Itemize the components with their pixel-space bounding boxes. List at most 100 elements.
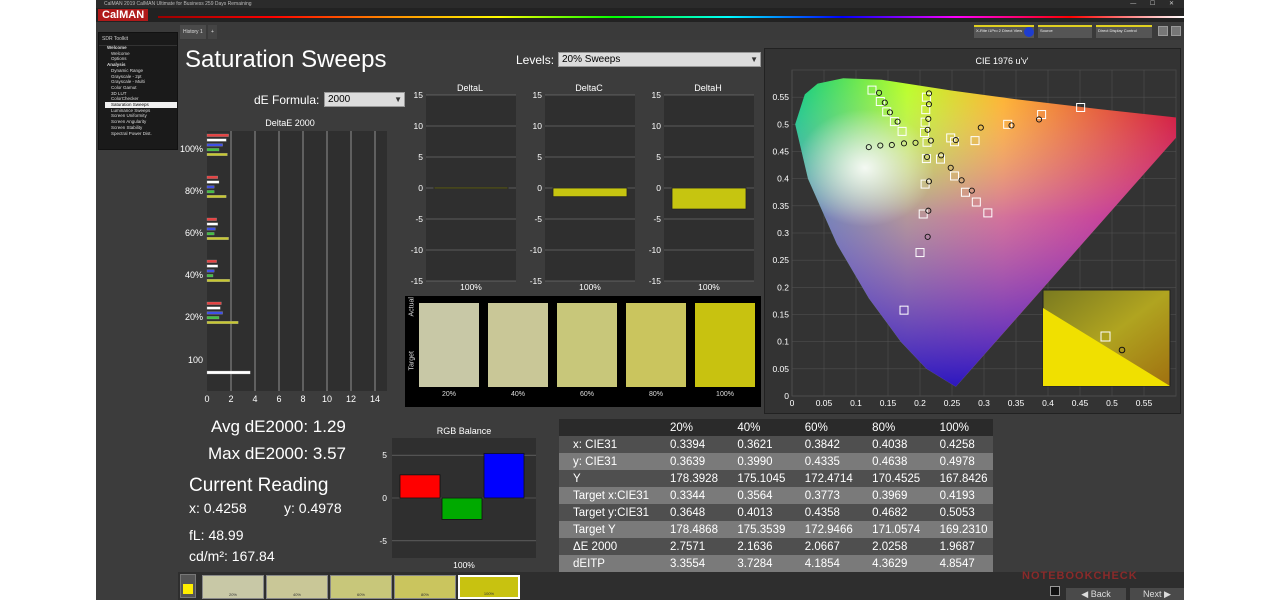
current-reading-heading: Current Reading <box>189 475 329 496</box>
table-cell: 3.3554 <box>656 555 724 572</box>
thumbnail-label: 80% <box>420 592 429 597</box>
table-cell: 1.9687 <box>925 538 993 555</box>
x-tick-label: 12 <box>346 394 356 404</box>
back-label: Back <box>1090 589 1111 599</box>
thumbnail-label: 40% <box>292 592 301 597</box>
table-cell: 178.4868 <box>656 521 724 538</box>
y-tick-label: 0 <box>784 391 789 401</box>
row-label: Y <box>559 470 656 487</box>
table-header: 80% <box>858 419 926 436</box>
rainbow-strip <box>158 16 1184 18</box>
y-tick-label: -10 <box>411 245 424 255</box>
y-tick-label: 15 <box>414 90 424 100</box>
table-header: 40% <box>723 419 791 436</box>
sweep-thumbnail[interactable]: 60% <box>330 575 392 599</box>
deltae-bar <box>206 180 220 184</box>
color-swatch <box>419 303 479 387</box>
sweep-thumbnail[interactable]: 40% <box>266 575 328 599</box>
meter-icon[interactable] <box>1024 27 1034 37</box>
sweep-thumbnail[interactable]: 20% <box>202 575 264 599</box>
y-tick-label: 5 <box>656 152 661 162</box>
deltae-plot-area <box>207 131 387 391</box>
x-tick-label: 0.45 <box>1072 398 1089 408</box>
x-tick-label: 0.4 <box>1042 398 1054 408</box>
y-tick-label: -10 <box>530 245 543 255</box>
top-controls: History 1 + X-Rite i1Pro 2 Direct View S… <box>96 22 1184 40</box>
table-cell: 0.3842 <box>790 436 859 453</box>
tab-history[interactable]: History 1 <box>180 25 206 39</box>
y-tick-label: 0 <box>418 183 423 193</box>
deltae-bar <box>206 190 215 194</box>
x-tick-label: 0.1 <box>850 398 862 408</box>
workflow-tree: Welcome Welcome Options Analysis Dynamic Ran… <box>105 45 177 136</box>
y-tick-label: 0.35 <box>772 201 789 211</box>
row-label: Target Y <box>559 521 656 538</box>
deltae-bar <box>206 370 251 375</box>
stop-icon[interactable] <box>1050 586 1060 596</box>
sweep-thumbnail[interactable]: 100% <box>458 575 520 599</box>
table-cell: 172.9466 <box>790 521 859 538</box>
table-cell: 0.3344 <box>656 487 724 504</box>
table-cell: 4.8547 <box>925 555 993 572</box>
table-cell: 175.3539 <box>723 521 791 538</box>
table-cell: 172.4714 <box>790 470 859 487</box>
window-controls[interactable]: — ☐ ✕ <box>1130 0 1180 8</box>
deltal-chart: DeltaL 15 10 5 0 -5 -10 -15 100% <box>411 83 516 292</box>
thumbnail-label: 60% <box>356 592 365 597</box>
deltae-bar <box>206 316 220 320</box>
deltae-bar <box>206 311 223 315</box>
source-dropdown[interactable]: Source <box>1038 25 1092 38</box>
color-swatch <box>488 303 548 387</box>
settings-icon[interactable] <box>1158 26 1168 36</box>
sidebar-item[interactable]: Spectral Power Dist. <box>105 131 177 137</box>
rgb-bar <box>483 453 525 499</box>
y-tick-label: 10 <box>652 121 662 131</box>
display-control-dropdown[interactable]: Direct Display Control <box>1096 25 1152 38</box>
x-tick-label: 0 <box>790 398 795 408</box>
x-tick-label: 0.5 <box>1106 398 1118 408</box>
levels-select[interactable]: 20% Sweeps ▼ <box>558 52 761 67</box>
help-icon[interactable] <box>1171 26 1181 36</box>
deltae-bar <box>206 217 217 221</box>
target-label: Target <box>408 351 416 371</box>
y-tick-label: -5 <box>653 214 661 224</box>
measurement-table: 20% 40% 60% 80% 100% x: CIE31 0.3394 0.3621 0.38… <box>559 419 993 572</box>
category-label: 40% <box>185 270 203 280</box>
deltae-bar <box>206 195 227 198</box>
deltae-bar <box>206 175 218 179</box>
delta-bar <box>552 187 628 198</box>
max-de: Max dE2000: 3.57 <box>208 444 346 463</box>
table-cell: 2.1636 <box>723 538 791 555</box>
levels-label: Levels: <box>516 53 555 67</box>
delta-chart-title: DeltaC <box>575 83 603 93</box>
table-cell: 0.5053 <box>925 504 993 521</box>
next-button[interactable]: Next ▶ <box>1130 588 1184 600</box>
current-swatch-button[interactable] <box>180 574 196 598</box>
deltae-chart-title: DeltaE 2000 <box>265 118 315 128</box>
table-row: Y 178.3928 175.1045 172.4714 170.4525 167.842… <box>559 470 993 487</box>
rgb-balance-chart: RGB Balance 5 0 -5 100% <box>379 426 536 570</box>
deltae-bar <box>206 232 215 236</box>
color-swatch <box>695 303 755 387</box>
swatch-label: 40% <box>510 391 525 398</box>
title-bar: CalMAN 2019 CalMAN Ultimate for Business… <box>96 0 1184 8</box>
category-label: 100% <box>460 282 482 292</box>
sweep-thumbnail[interactable]: 80% <box>394 575 456 599</box>
y-tick-label: 0.1 <box>777 337 789 347</box>
delta-chart-title: DeltaH <box>694 83 722 93</box>
add-tab-button[interactable]: + <box>208 25 217 39</box>
y-tick-label: 0.45 <box>772 147 789 157</box>
table-cell: 2.0258 <box>858 538 926 555</box>
window-title: CalMAN 2019 CalMAN Ultimate for Business… <box>104 1 252 7</box>
table-row: dEITP 3.3554 3.7284 4.1854 4.3629 4.8547 <box>559 555 993 572</box>
table-row: Target Y 178.4868 175.3539 172.9466 171.0574… <box>559 521 993 538</box>
formula-select[interactable]: 2000 ▼ <box>324 92 405 107</box>
category-label: 60% <box>185 228 203 238</box>
table-cell: 0.4358 <box>790 504 859 521</box>
x-tick-label: 2 <box>228 394 233 404</box>
y-tick-label: 0.05 <box>772 364 789 374</box>
x-tick-label: 0 <box>204 394 209 404</box>
table-cell: 0.4193 <box>925 487 993 504</box>
rgb-chart-title: RGB Balance <box>437 426 492 436</box>
back-button[interactable]: ◀ Back <box>1066 588 1126 600</box>
